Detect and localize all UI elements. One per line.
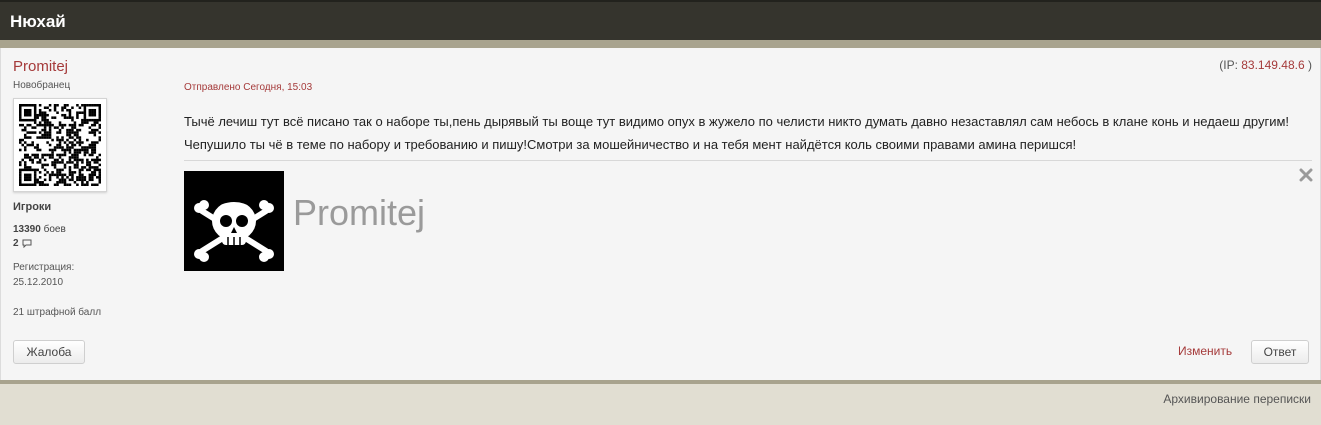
close-icon[interactable] [1299,168,1313,182]
posts-count: 2 [13,238,19,249]
complain-button[interactable]: Жалоба [13,340,85,364]
post-body: Тычё лечиш тут всё писано так о наборе т… [184,114,1290,152]
topic-header: Нюхай [0,0,1321,40]
post-date: Отправлено Сегодня, 15:03 [184,82,313,93]
footer-bar: Архивирование переписки [0,384,1321,425]
edit-link[interactable]: Изменить [1178,344,1232,358]
battles-stat: 13390 боев [13,224,66,235]
post-container: Promitej Новобранец Игроки 13390 боев 2 … [0,48,1321,380]
speech-bubble-icon [22,239,32,248]
signature-image [184,171,284,271]
author-name-link[interactable]: Promitej [13,58,68,75]
signature-name: Promitej [293,192,426,233]
registration-date: 25.12.2010 [13,277,64,288]
reply-button[interactable]: Ответ [1251,340,1309,364]
ip-suffix: ) [1304,58,1312,72]
penalty-points: 21 штрафной балл [13,307,102,318]
author-rank: Новобранец [13,80,71,91]
header-band [0,40,1321,48]
pirate-skull-image [184,171,284,271]
archive-link[interactable]: Архивирование переписки [1163,392,1311,406]
qr-code-avatar [19,104,101,186]
registration-label: Регистрация: [13,262,75,273]
battles-count: 13390 [13,224,41,235]
author-group: Игроки [13,201,52,213]
posts-stat: 2 [13,238,32,249]
ip-prefix: (IP: [1219,58,1242,72]
ip-address: (IP: 83.149.48.6 ) [1219,58,1312,72]
avatar[interactable] [13,98,107,192]
topic-title: Нюхай [10,12,66,31]
ip-link[interactable]: 83.149.48.6 [1241,58,1304,72]
signature-divider [184,160,1312,161]
battles-label: боев [43,224,66,235]
